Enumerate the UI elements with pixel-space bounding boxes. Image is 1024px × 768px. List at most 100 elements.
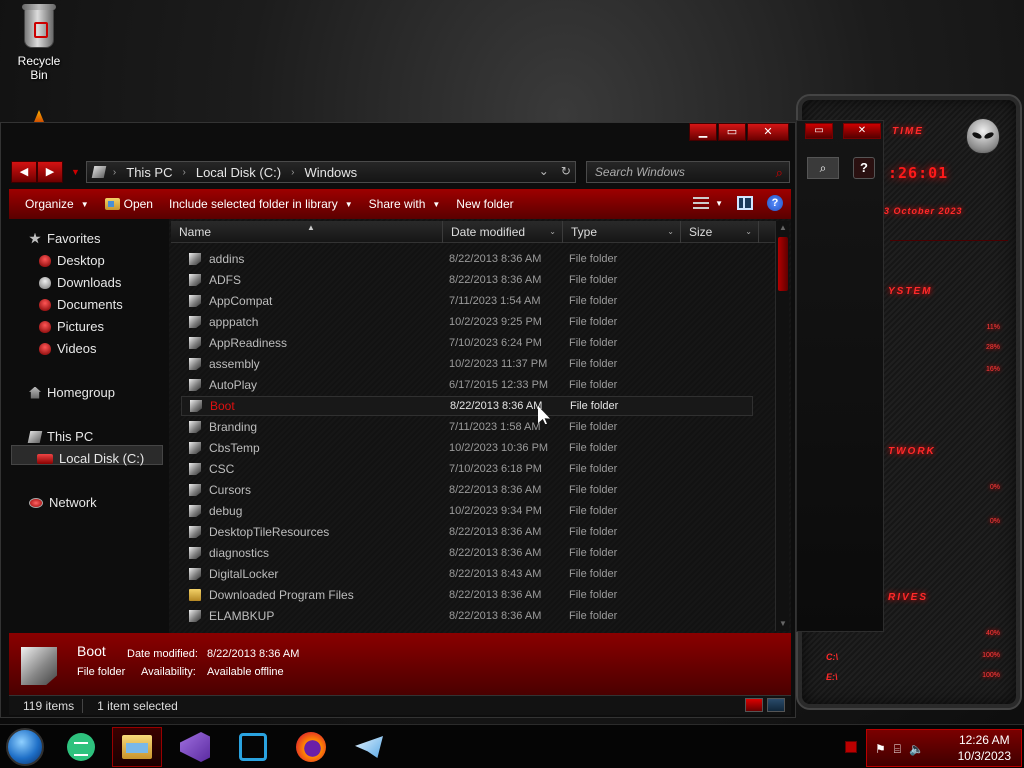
breadcrumb-windows[interactable]: Windows — [304, 165, 357, 180]
maximize-button[interactable]: ▭ — [718, 123, 746, 141]
recent-locations-chevron-icon[interactable]: ▼ — [71, 167, 80, 177]
table-row[interactable]: apppatch 10/2/2023 9:25 PM File folder — [181, 312, 753, 332]
scrollbar-thumb[interactable] — [778, 237, 788, 291]
nav-item-local-disk[interactable]: Local Disk (C:) — [37, 451, 144, 466]
table-row[interactable]: ADFS 8/22/2013 8:36 AM File folder — [181, 270, 753, 290]
nav-item-desktop[interactable]: Desktop — [39, 253, 105, 268]
type-filter-chevron-icon[interactable]: ⌄ — [667, 221, 674, 243]
details-view-icon[interactable] — [745, 698, 763, 712]
nav-item-this-pc[interactable]: This PC — [27, 429, 93, 444]
share-with-menu[interactable]: Share with ▼ — [369, 197, 441, 211]
clock[interactable]: 12:26 AM 10/3/2023 — [958, 732, 1011, 764]
include-in-library-menu[interactable]: Include selected folder in library ▼ — [169, 197, 353, 211]
address-history-chevron-icon[interactable]: ⌄ — [539, 164, 549, 178]
refresh-icon[interactable]: ↻ — [561, 164, 571, 178]
nav-item-documents[interactable]: Documents — [39, 297, 123, 312]
open-button[interactable]: Open — [104, 197, 153, 211]
column-label-name: Name — [179, 225, 212, 239]
action-center-flag-icon[interactable]: ⚑ — [875, 742, 886, 757]
help-icon[interactable]: ? — [767, 195, 783, 211]
table-row[interactable]: Cursors 8/22/2013 8:36 AM File folder — [181, 480, 753, 500]
search-input[interactable] — [586, 162, 789, 182]
organize-menu[interactable]: Organize ▼ — [25, 197, 89, 211]
preview-pane-icon[interactable] — [737, 196, 753, 210]
show-hidden-icons-button[interactable] — [845, 741, 857, 753]
table-row[interactable]: Branding 7/11/2023 1:58 AM File folder — [181, 417, 753, 437]
change-view-button[interactable]: ▼ — [693, 197, 723, 209]
search-icon[interactable]: ⌕ — [776, 165, 783, 181]
nav-item-videos[interactable]: Videos — [39, 341, 97, 356]
firefox-icon — [296, 732, 326, 762]
column-header-name[interactable]: ▲ Name — [171, 221, 443, 243]
new-folder-button[interactable]: New folder — [456, 197, 513, 211]
background-explorer-window[interactable]: ▭ ✕ ⌕ ? — [796, 120, 884, 632]
column-header-type[interactable]: Type ⌄ — [563, 221, 681, 243]
widget-network-label: TWORK — [888, 446, 936, 457]
breadcrumb-this-pc[interactable]: This PC — [126, 165, 172, 180]
table-row[interactable]: addins 8/22/2013 8:36 AM File folder — [181, 249, 753, 269]
widget-system-label: YSTEM — [888, 286, 933, 297]
details-date-value: 8/22/2013 8:36 AM — [207, 648, 300, 660]
network-status-icon[interactable]: ⌸ — [894, 742, 901, 757]
nav-item-network[interactable]: Network — [29, 495, 97, 510]
breadcrumb-local-disk[interactable]: Local Disk (C:) — [196, 165, 281, 180]
open-icon — [104, 198, 120, 210]
address-bar[interactable]: › This PC › Local Disk (C:) › Windows ⌄ … — [85, 161, 576, 183]
table-row[interactable]: debug 10/2/2023 9:34 PM File folder — [181, 501, 753, 521]
details-availability-value: Available offline — [207, 666, 284, 678]
size-filter-chevron-icon[interactable]: ⌄ — [745, 221, 752, 243]
scroll-down-icon[interactable]: ▼ — [776, 617, 790, 631]
details-name: Boot — [77, 643, 106, 659]
recycle-bin-shortcut[interactable]: Recycle Bin — [8, 4, 70, 82]
table-row[interactable]: assembly 10/2/2023 11:37 PM File folder — [181, 354, 753, 374]
table-row[interactable]: DesktopTileResources 8/22/2013 8:36 AM Fil… — [181, 522, 753, 542]
table-row[interactable]: diagnostics 8/22/2013 8:36 AM File folder — [181, 543, 753, 563]
table-row[interactable]: CbsTemp 10/2/2023 10:36 PM File folder — [181, 438, 753, 458]
bg-help-icon[interactable]: ? — [853, 157, 875, 179]
start-button[interactable] — [6, 728, 44, 766]
nav-item-downloads[interactable]: Downloads — [39, 275, 121, 290]
bg-close-button[interactable]: ✕ — [843, 123, 881, 139]
nav-item-favorites[interactable]: Favorites — [29, 231, 100, 246]
widget-drive-e-pct: 100% — [982, 672, 1000, 679]
vertical-scrollbar[interactable]: ▲ ▼ — [775, 221, 789, 631]
widget-divider — [890, 240, 1008, 241]
large-icons-view-icon[interactable] — [767, 698, 785, 712]
table-row[interactable]: ELAMBKUP 8/22/2013 8:36 AM File folder — [181, 606, 753, 626]
scroll-up-icon[interactable]: ▲ — [776, 221, 790, 235]
bg-search-icon[interactable]: ⌕ — [807, 157, 839, 179]
minimize-button[interactable]: ▁ — [689, 123, 717, 141]
table-row[interactable]: CSC 7/10/2023 6:18 PM File folder — [181, 459, 753, 479]
table-row[interactable]: AutoPlay 6/17/2015 12:33 PM File folder — [181, 375, 753, 395]
table-row[interactable]: DigitalLocker 8/22/2013 8:43 AM File folde… — [181, 564, 753, 584]
vlc-icon[interactable] — [34, 110, 44, 122]
table-row[interactable]: Downloaded Program Files 8/22/2013 8:36 A… — [181, 585, 753, 605]
taskbar-app-visual-studio[interactable] — [170, 727, 220, 767]
forward-button[interactable]: ▶ — [37, 161, 63, 183]
taskbar-app-messaging[interactable] — [56, 727, 106, 767]
taskbar-app-directx[interactable] — [228, 727, 278, 767]
directx-installer-icon — [239, 733, 267, 761]
widget-date-value: 3 October 2023 — [884, 206, 963, 216]
close-button[interactable]: ✕ — [747, 123, 789, 141]
back-button[interactable]: ◀ — [11, 161, 37, 183]
table-row-selected[interactable]: Boot 8/22/2013 8:36 AM File folder — [181, 396, 753, 416]
taskbar-app-telegram[interactable] — [344, 727, 394, 767]
nav-item-pictures[interactable]: Pictures — [39, 319, 104, 334]
column-label-type: Type — [571, 225, 598, 239]
taskbar-app-file-explorer[interactable] — [112, 727, 162, 767]
nav-item-homegroup[interactable]: Homegroup — [29, 385, 115, 400]
include-chevron-icon: ▼ — [344, 199, 353, 209]
share-chevron-icon: ▼ — [432, 199, 441, 209]
table-row[interactable]: AppReadiness 7/10/2023 6:24 PM File folder — [181, 333, 753, 353]
volume-icon[interactable]: 🔈 — [909, 742, 924, 757]
yellow-folder-icon — [189, 589, 201, 601]
chat-app-icon — [67, 733, 95, 761]
table-row[interactable]: AppCompat 7/11/2023 1:54 AM File folder — [181, 291, 753, 311]
taskbar-app-firefox[interactable] — [286, 727, 336, 767]
column-header-size[interactable]: Size ⌄ — [681, 221, 759, 243]
bg-maximize-button[interactable]: ▭ — [805, 123, 833, 139]
column-header-date[interactable]: Date modified ⌄ — [443, 221, 563, 243]
date-filter-chevron-icon[interactable]: ⌄ — [549, 221, 556, 243]
widget-drives-label: RIVES — [888, 592, 929, 603]
